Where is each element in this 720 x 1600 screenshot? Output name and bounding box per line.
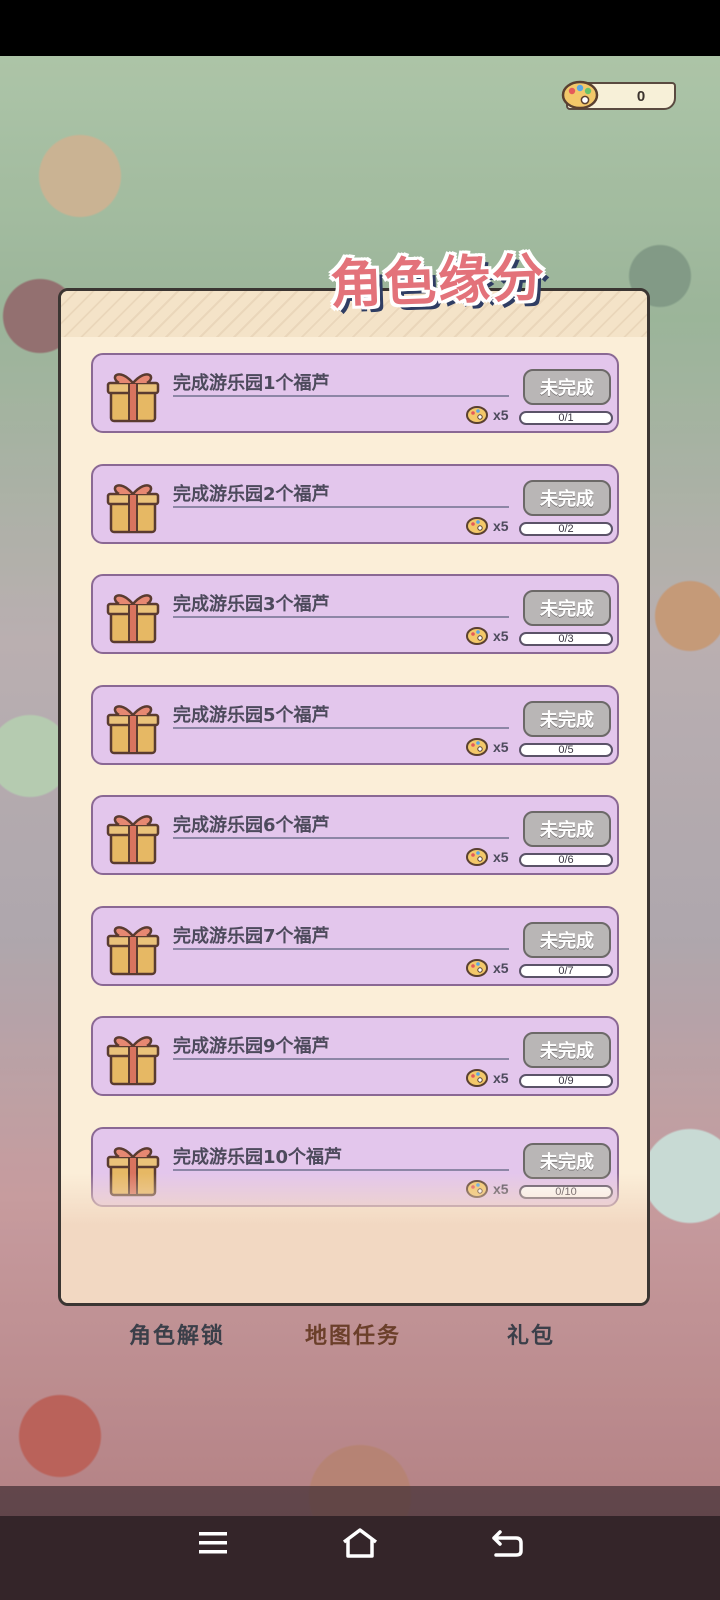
incomplete-status-button[interactable]: 未完成 bbox=[523, 700, 611, 737]
palette-token-icon bbox=[465, 847, 489, 867]
task-item[interactable]: 完成游乐园6个福芦 x5 0/6 未完成 bbox=[91, 795, 619, 875]
tab-character-unlock[interactable]: 角色解锁 bbox=[110, 1308, 244, 1372]
task-label: 完成游乐园7个福芦 bbox=[173, 925, 330, 947]
gift-box-icon bbox=[103, 365, 163, 425]
task-divider bbox=[173, 395, 509, 397]
progress-bar: 0/5 bbox=[519, 742, 613, 757]
task-label: 完成游乐园2个福芦 bbox=[173, 483, 330, 505]
task-divider bbox=[173, 947, 509, 950]
palette-token-icon bbox=[465, 626, 489, 646]
progress-text: 0/1 bbox=[558, 412, 574, 424]
home-icon[interactable] bbox=[340, 1523, 380, 1563]
incomplete-status-button[interactable]: 未完成 bbox=[523, 590, 611, 626]
tasks-panel: 完成游乐园1个福芦 x5 0/1 未完成 完成游乐园2个福芦 x5 0/2 未完成 完成游乐园3… bbox=[58, 288, 650, 1306]
progress-bar: 0/9 bbox=[519, 1074, 613, 1088]
reward-count: x5 bbox=[493, 407, 509, 423]
back-icon[interactable] bbox=[487, 1523, 527, 1563]
incomplete-status-button[interactable]: 未完成 bbox=[523, 1032, 611, 1068]
task-label: 完成游乐园10个福芦 bbox=[173, 1146, 343, 1168]
task-divider bbox=[173, 1168, 509, 1171]
reward-count: x5 bbox=[493, 849, 509, 865]
task-divider bbox=[173, 1058, 509, 1060]
progress-bar: 0/1 bbox=[519, 411, 613, 425]
gift-box-icon bbox=[103, 1028, 163, 1088]
progress-text: 0/3 bbox=[558, 633, 574, 645]
task-item[interactable]: 完成游乐园3个福芦 x5 0/3 未完成 bbox=[91, 574, 619, 654]
task-list[interactable]: 完成游乐园1个福芦 x5 0/1 未完成 完成游乐园2个福芦 x5 0/2 未完成 完成游乐园3… bbox=[61, 291, 647, 1303]
palette-token-icon bbox=[465, 405, 489, 425]
task-divider bbox=[173, 837, 509, 839]
task-label: 完成游乐园5个福芦 bbox=[173, 704, 330, 726]
progress-bar: 0/6 bbox=[519, 853, 613, 867]
panel-bottom-fade bbox=[61, 1173, 647, 1303]
progress-text: 0/2 bbox=[558, 522, 574, 535]
gift-box-icon bbox=[103, 586, 163, 646]
status-bar bbox=[0, 0, 720, 56]
tab-label: 地图任务 bbox=[304, 1324, 401, 1349]
progress-bar: 0/2 bbox=[519, 521, 613, 536]
gift-box-icon bbox=[103, 807, 163, 867]
progress-text: 0/7 bbox=[558, 964, 574, 977]
palette-token-icon bbox=[465, 737, 489, 757]
tab-map-tasks[interactable]: 地图任务 bbox=[286, 1308, 420, 1372]
incomplete-status-button[interactable]: 未完成 bbox=[523, 811, 611, 847]
incomplete-status-button[interactable]: 未完成 bbox=[523, 921, 611, 958]
task-label: 完成游乐园1个福芦 bbox=[173, 373, 330, 394]
tab-label: 角色解锁 bbox=[128, 1324, 225, 1349]
task-item[interactable]: 完成游乐园5个福芦 x5 0/5 未完成 bbox=[91, 684, 619, 765]
task-divider bbox=[173, 505, 509, 508]
menu-icon[interactable] bbox=[193, 1523, 233, 1563]
task-label: 完成游乐园6个福芦 bbox=[173, 815, 330, 836]
task-divider bbox=[173, 616, 509, 618]
palette-token-icon bbox=[465, 516, 489, 536]
palette-token-icon bbox=[561, 80, 599, 110]
gift-box-icon bbox=[103, 918, 163, 978]
task-item[interactable]: 完成游乐园7个福芦 x5 0/7 未完成 bbox=[91, 905, 619, 986]
currency-value: 0 bbox=[636, 87, 646, 105]
panel-title: 角色缘分 bbox=[329, 248, 548, 316]
palette-token-icon bbox=[465, 958, 489, 978]
reward-count: x5 bbox=[493, 738, 509, 755]
reward-count: x5 bbox=[493, 517, 509, 534]
tab-gift-pack[interactable]: 礼包 bbox=[464, 1308, 598, 1372]
task-label: 完成游乐园9个福芦 bbox=[173, 1036, 330, 1057]
incomplete-status-button[interactable]: 未完成 bbox=[523, 369, 611, 405]
reward-count: x5 bbox=[493, 959, 509, 976]
gift-box-icon bbox=[103, 476, 163, 536]
task-label: 完成游乐园3个福芦 bbox=[173, 594, 330, 615]
progress-text: 0/9 bbox=[558, 1075, 574, 1087]
progress-bar: 0/3 bbox=[519, 632, 613, 646]
tab-label: 礼包 bbox=[506, 1324, 555, 1349]
progress-bar: 0/7 bbox=[519, 963, 613, 978]
task-item[interactable]: 完成游乐园1个福芦 x5 0/1 未完成 bbox=[91, 353, 619, 433]
progress-text: 0/5 bbox=[558, 743, 574, 756]
system-navigation-bar bbox=[0, 1486, 720, 1600]
progress-text: 0/6 bbox=[558, 854, 574, 866]
task-item[interactable]: 完成游乐园2个福芦 x5 0/2 未完成 bbox=[91, 463, 619, 544]
incomplete-status-button[interactable]: 未完成 bbox=[523, 479, 611, 516]
reward-count: x5 bbox=[493, 628, 509, 644]
gift-box-icon bbox=[103, 697, 163, 757]
task-divider bbox=[173, 726, 509, 729]
palette-token-icon bbox=[465, 1068, 489, 1088]
task-item[interactable]: 完成游乐园9个福芦 x5 0/9 未完成 bbox=[91, 1016, 619, 1096]
reward-count: x5 bbox=[493, 1070, 509, 1086]
